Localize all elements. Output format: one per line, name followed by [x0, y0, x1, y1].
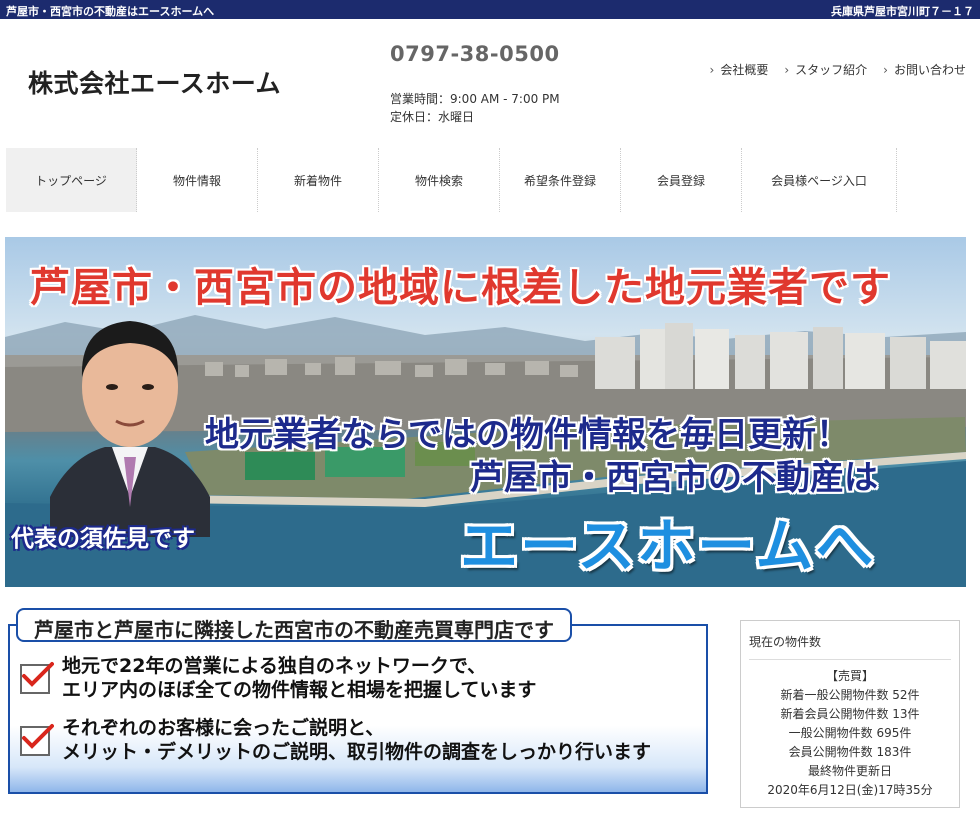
nav-member-registration[interactable]: 会員登録 [621, 148, 742, 212]
feature-point-2-line-2: メリット・デメリットのご説明、取引物件の調査をしっかり行います [62, 741, 652, 763]
nav-new-properties[interactable]: 新着物件 [258, 148, 379, 212]
new-public-count: 新着一般公開物件数 52件 [780, 688, 920, 702]
closed-day-text: 定休日：水曜日 [390, 110, 475, 124]
check-icon [20, 724, 54, 756]
public-count: 一般公開物件数 695件 [788, 726, 912, 740]
hours-text: 営業時間：9:00 AM - 7:00 PM [390, 92, 560, 106]
link-staff[interactable]: スタッフ紹介 [784, 61, 867, 78]
hero-line-1: 地元業者ならではの物件情報を毎日更新！ [205, 415, 850, 455]
business-hours: 営業時間：9:00 AM - 7:00 PM 定休日：水曜日 [390, 90, 560, 126]
property-count-title: 現在の物件数 [749, 635, 822, 649]
feature-point-2: それぞれのお客様に会ったご説明と、 メリット・デメリットのご説明、取引物件の調査… [20, 716, 700, 768]
representative-photo [50, 321, 210, 537]
tagline: 芦屋市・西宮市の不動産はエースホームへ [6, 5, 215, 18]
address: 兵庫県芦屋市宮川町７－１７ [831, 5, 974, 18]
phone-number: 0797-38-0500 [390, 42, 560, 66]
feature-point-1-line-2: エリア内のほぼ全ての物件情報と相場を把握しています [62, 679, 537, 701]
nav-property-info[interactable]: 物件情報 [137, 148, 258, 212]
feature-frame [8, 624, 708, 794]
hero-line-2: 芦屋市・西宮市の不動産は [470, 458, 878, 498]
member-count: 会員公開物件数 183件 [788, 745, 912, 759]
link-company-profile[interactable]: 会社概要 [710, 61, 768, 78]
feature-title: 芦屋市と芦屋市に隣接した西宮市の不動産売買専門店です [16, 608, 572, 642]
top-bar: 芦屋市・西宮市の不動産はエースホームへ 兵庫県芦屋市宮川町７－１７ [0, 0, 980, 19]
sale-label: 【売買】 [825, 669, 874, 683]
hero-headline: 芦屋市・西宮市の地域に根差した地元業者です [30, 265, 891, 311]
company-logo[interactable]: 株式会社エースホーム [28, 64, 281, 100]
feature-point-1-line-1: 地元で22年の営業による独自のネットワークで、 [62, 655, 487, 677]
hero-banner: 芦屋市・西宮市の地域に根差した地元業者です 地元業者ならではの物件情報を毎日更新… [5, 237, 966, 587]
nav-member-page[interactable]: 会員様ページ入口 [742, 148, 897, 212]
nav-top-page[interactable]: トップページ [6, 148, 137, 212]
divider [749, 659, 951, 660]
hero-brand: エースホームへ [460, 512, 876, 580]
nav-property-search[interactable]: 物件検索 [379, 148, 500, 212]
representative-caption: 代表の須佐見です [11, 526, 195, 552]
header-links: 会社概要 スタッフ紹介 お問い合わせ [710, 61, 966, 78]
link-contact[interactable]: お問い合わせ [883, 61, 966, 78]
feature-point-1: 地元で22年の営業による独自のネットワークで、 エリア内のほぼ全ての物件情報と相… [20, 654, 700, 706]
property-count-list: 【売買】 新着一般公開物件数 52件 新着会員公開物件数 13件 一般公開物件数… [741, 667, 959, 800]
last-update-label: 最終物件更新日 [807, 764, 892, 778]
feature-point-2-line-1: それぞれのお客様に会ったご説明と、 [62, 717, 385, 739]
main-nav: トップページ 物件情報 新着物件 物件検索 希望条件登録 会員登録 会員様ページ… [6, 148, 897, 212]
nav-preference-registration[interactable]: 希望条件登録 [500, 148, 621, 212]
last-update-date: 2020年6月12日(金)17時35分 [767, 783, 933, 797]
check-icon [20, 662, 54, 694]
new-member-count: 新着会員公開物件数 13件 [780, 707, 920, 721]
property-count-box: 現在の物件数 【売買】 新着一般公開物件数 52件 新着会員公開物件数 13件 … [740, 620, 960, 808]
